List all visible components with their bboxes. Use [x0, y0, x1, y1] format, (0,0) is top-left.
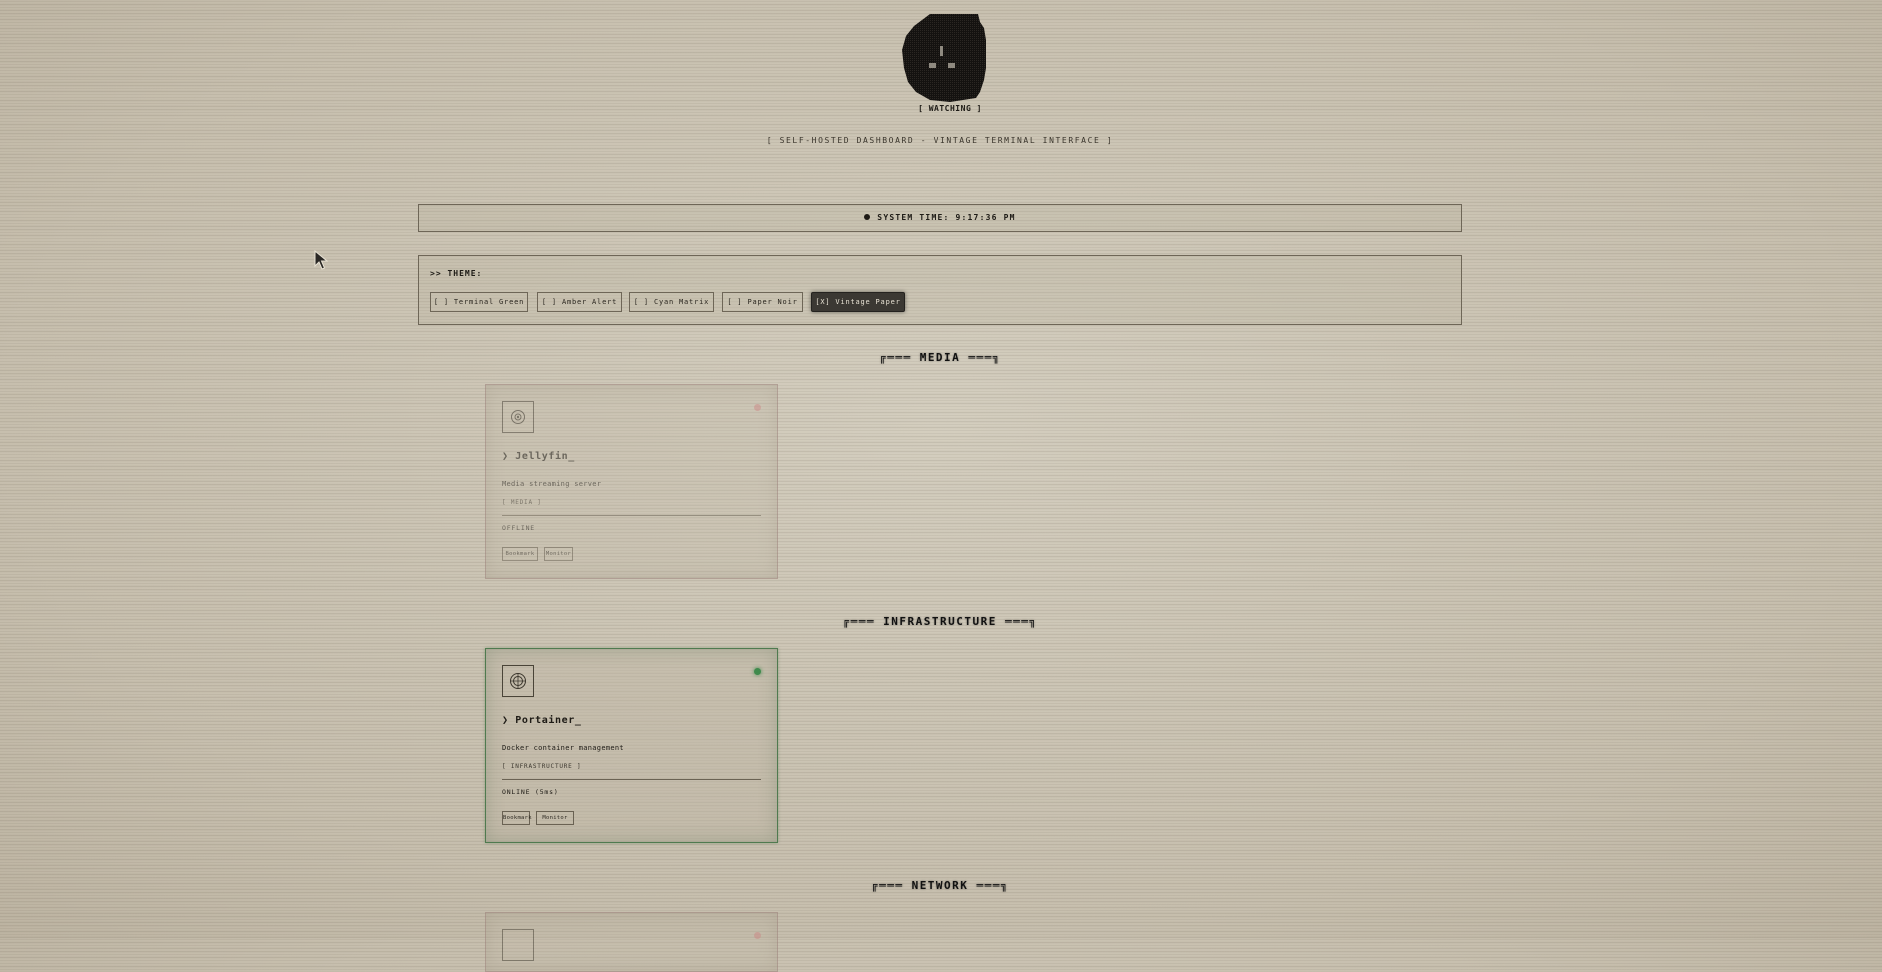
bookmark-button[interactable]: Bookmark: [502, 811, 532, 825]
jellyfin-icon: [502, 401, 534, 433]
monitor-button[interactable]: Monitor: [544, 547, 573, 561]
service-card-network[interactable]: [485, 912, 778, 972]
divider: [502, 779, 761, 780]
service-status: ONLINE (5ms): [502, 788, 559, 796]
bookmark-button[interactable]: Bookmark: [502, 547, 538, 561]
mascot-status-label: [ WATCHING ]: [918, 104, 982, 113]
theme-terminal-green-button[interactable]: [ ] Terminal Green: [430, 292, 528, 312]
divider: [502, 515, 761, 516]
theme-label: >> THEME:: [430, 269, 483, 278]
service-tag: [ MEDIA ]: [502, 499, 542, 506]
theme-paper-noir-button[interactable]: [ ] Paper Noir: [722, 292, 803, 312]
service-card-jellyfin[interactable]: ❯ Jellyfin_ Media streaming server [ MED…: [485, 384, 778, 579]
system-time: SYSTEM TIME: 9:17:36 PM: [877, 213, 1016, 222]
theme-vintage-paper-button[interactable]: [X] Vintage Paper: [811, 292, 905, 312]
section-title-infrastructure: ╔═══ INFRASTRUCTURE ═══╗: [842, 615, 1038, 628]
online-status-dot: [754, 668, 761, 675]
service-name[interactable]: ❯ Jellyfin_: [502, 451, 575, 462]
status-dot-icon: [864, 214, 871, 220]
service-description: Media streaming server: [502, 480, 602, 488]
monitor-button[interactable]: Monitor: [536, 811, 574, 825]
theme-panel: >> THEME: [ ] Terminal Green [ ] Amber A…: [418, 255, 1462, 325]
mouse-cursor-icon: [314, 250, 328, 270]
service-icon: [502, 929, 534, 961]
service-tag: [ INFRASTRUCTURE ]: [502, 763, 582, 770]
system-time-panel: SYSTEM TIME: 9:17:36 PM: [418, 204, 1462, 232]
theme-cyan-matrix-button[interactable]: [ ] Cyan Matrix: [629, 292, 714, 312]
service-name[interactable]: ❯ Portainer_: [502, 715, 581, 726]
portainer-icon: [502, 665, 534, 697]
section-title-network: ╔═══ NETWORK ═══╗: [870, 879, 1010, 892]
service-description: Docker container management: [502, 744, 624, 752]
theme-amber-alert-button[interactable]: [ ] Amber Alert: [537, 292, 622, 312]
service-card-portainer[interactable]: ❯ Portainer_ Docker container management…: [485, 648, 778, 843]
offline-status-dot: [754, 404, 761, 411]
service-status: OFFLINE: [502, 524, 535, 532]
section-title-media: ╔═══ MEDIA ═══╗: [879, 351, 1001, 364]
page-subtitle: [ SELF-HOSTED DASHBOARD - VINTAGE TERMIN…: [766, 136, 1114, 145]
watcher-mascot-icon: [902, 14, 986, 102]
